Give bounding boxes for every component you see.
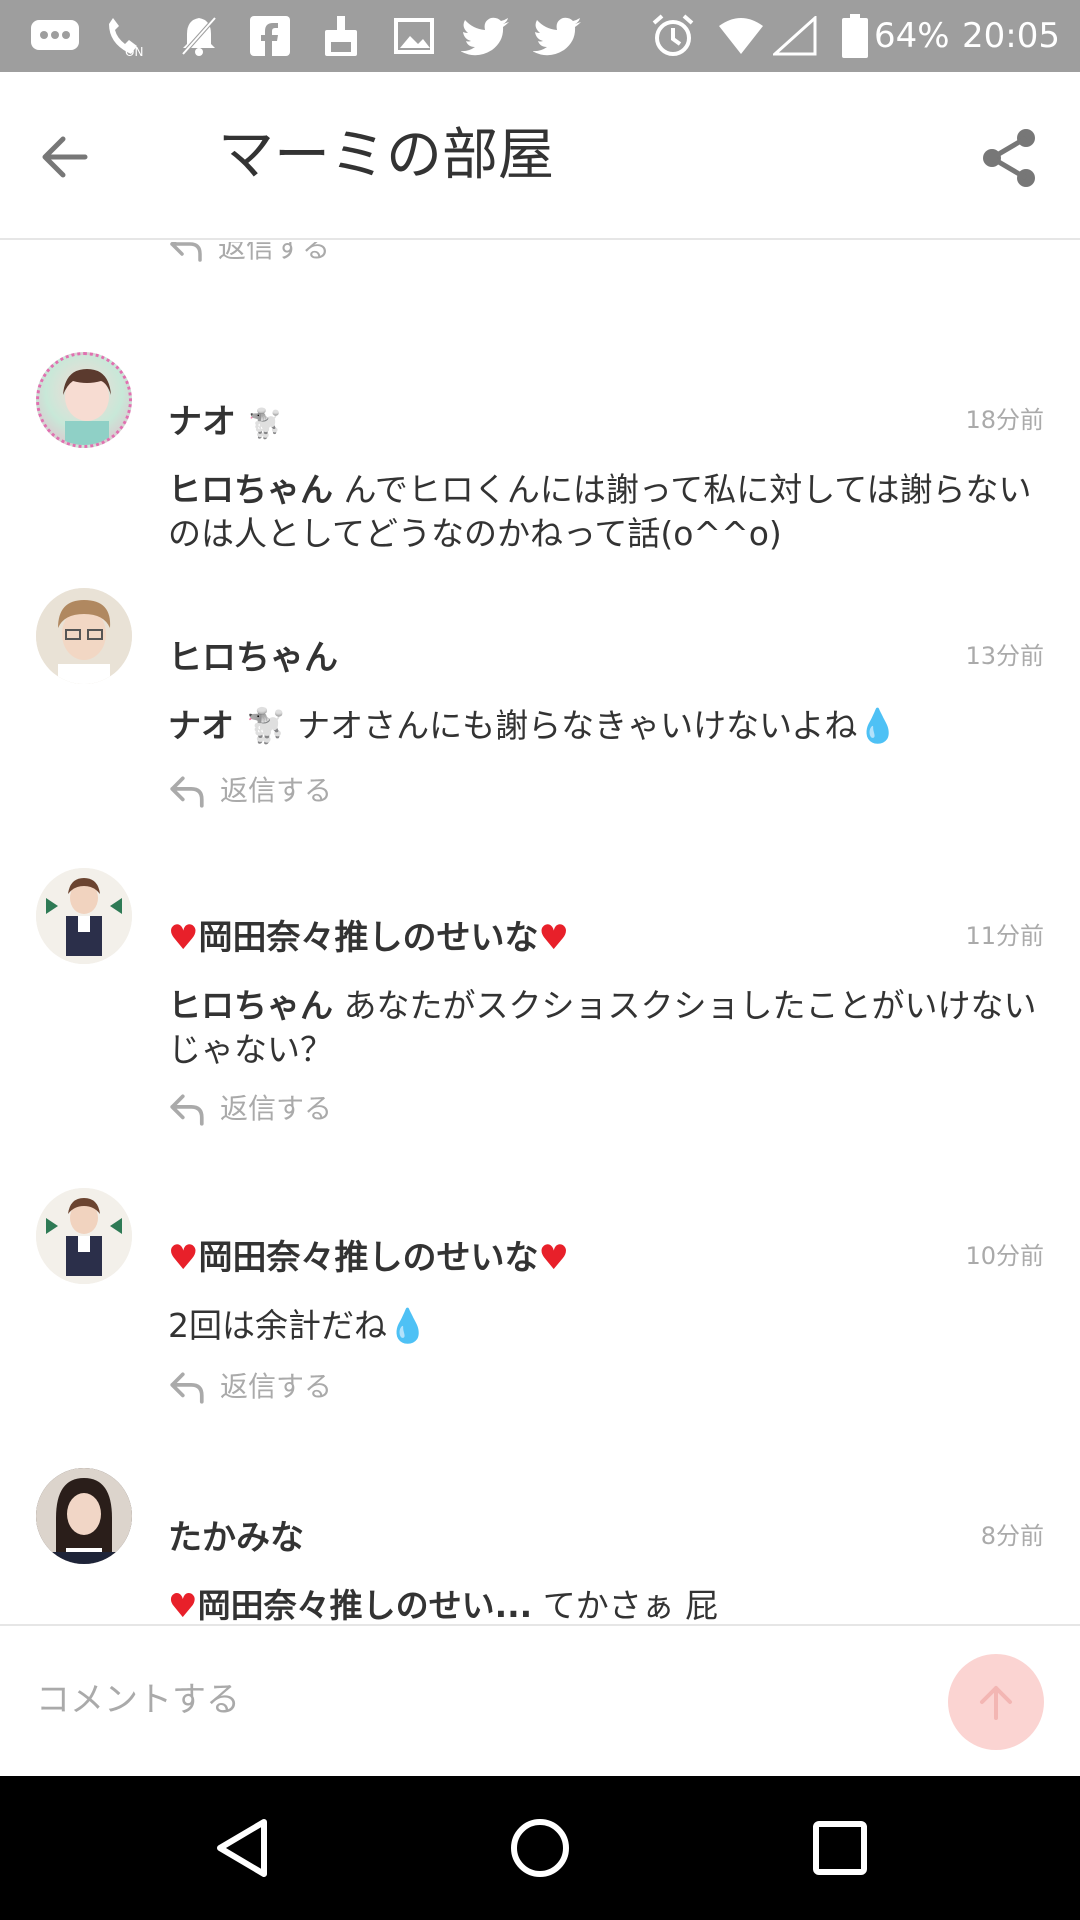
reply-icon: [170, 1372, 204, 1404]
comment-mention[interactable]: ヒロちゃん: [168, 470, 333, 509]
author-name[interactable]: ヒロちゃん: [168, 636, 338, 680]
back-button[interactable]: [28, 122, 98, 192]
reply-icon: [170, 1094, 204, 1126]
arrow-up-icon: [980, 1686, 1012, 1720]
reply-button[interactable]: 返信する: [168, 242, 330, 266]
avatar[interactable]: [36, 352, 132, 448]
comment-input[interactable]: [36, 1670, 896, 1730]
nav-back-button[interactable]: [202, 1808, 282, 1888]
comment-author[interactable]: ナオ 🐩: [168, 400, 283, 446]
comment-mention[interactable]: ♥岡田奈々推しのせい...: [168, 1586, 532, 1624]
comment-body: 2回は余計だね💧: [168, 1304, 1048, 1348]
avatar[interactable]: [36, 588, 132, 684]
alarm-icon: [648, 14, 698, 58]
reply-icon: [170, 776, 204, 808]
image-icon: [392, 14, 436, 58]
reply-label: 返信する: [218, 242, 331, 264]
share-icon: [983, 129, 1035, 187]
send-button[interactable]: [948, 1654, 1044, 1750]
navigation-bar: [0, 1776, 1080, 1920]
avatar[interactable]: [36, 1188, 132, 1284]
comment-list[interactable]: 返信する ナオ 🐩 18分前 ヒロちゃん んでヒロくんには謝って私に対しては謝ら…: [0, 242, 1080, 1624]
comment-time: 8分前: [980, 1522, 1044, 1550]
author-name[interactable]: たかみな: [168, 1516, 304, 1560]
arrow-left-icon: [42, 136, 88, 178]
comment-mention[interactable]: ヒロちゃん: [168, 986, 333, 1025]
comment-time: 18分前: [965, 406, 1044, 434]
message-icon: [28, 14, 82, 58]
reply-label: 返信する: [220, 774, 333, 807]
nav-home-button[interactable]: [500, 1808, 580, 1888]
reply-button[interactable]: 返信する: [168, 1090, 332, 1128]
mute-icon: [176, 14, 222, 58]
circle-home-icon: [511, 1819, 569, 1877]
avatar[interactable]: [36, 1468, 132, 1564]
reply-label: 返信する: [220, 1370, 333, 1403]
comment-item: ♥岡田奈々推しのせいな♥ 10分前 2回は余計だね💧 返信する: [0, 1188, 1080, 1404]
comment-time: 13分前: [965, 642, 1044, 670]
author-name: ナオ: [168, 402, 236, 442]
poodle-emoji: 🐩: [247, 407, 283, 440]
comment-item: ナオ 🐩 18分前 ヒロちゃん んでヒロくんには謝って私に対しては謝らないのは人…: [0, 352, 1080, 553]
app-bar: マーミの部屋: [0, 72, 1080, 240]
square-recents-icon: [813, 1821, 867, 1875]
comment-body: ヒロちゃん んでヒロくんには謝って私に対しては謝らないのは人としてどうなのかねっ…: [168, 468, 1048, 556]
twitter-icon: [460, 14, 512, 58]
comment-item: たかみな 8分前 ♥岡田奈々推しのせい... てかさぁ 屁理屈こいてないで謝罪す…: [0, 1468, 1080, 1624]
page-title: マーミの部屋: [218, 123, 554, 188]
author-name[interactable]: ♥岡田奈々推しのせいな♥: [168, 916, 569, 971]
share-button[interactable]: [972, 120, 1048, 196]
cleaner-icon: [318, 14, 364, 58]
wifi-calling-icon: ON: [102, 14, 150, 58]
comment-time: 10分前: [965, 1242, 1044, 1270]
twitter-icon: [532, 14, 584, 58]
comment-body: ヒロちゃん あなたがスクショスクショしたことがいけないじゃない？: [168, 984, 1048, 1072]
avatar[interactable]: [36, 868, 132, 964]
comment-text: 2回は余計だね💧: [168, 1306, 429, 1345]
battery-icon: [840, 14, 870, 58]
comment-text: ナオさんにも謝らなきゃいけないよね💧: [286, 706, 899, 745]
reply-icon: [170, 242, 202, 262]
triangle-back-icon: [217, 1819, 267, 1877]
comment-mention[interactable]: ナオ 🐩: [168, 706, 287, 745]
comment-time: 11分前: [965, 922, 1044, 950]
clock: 20:05: [962, 16, 1060, 56]
reply-button[interactable]: 返信する: [168, 1368, 332, 1406]
wifi-icon: [716, 14, 766, 58]
reply-button[interactable]: 返信する: [168, 772, 332, 810]
facebook-icon: [248, 14, 292, 58]
signal-icon: [772, 14, 818, 58]
comment-body: ♥岡田奈々推しのせい... てかさぁ 屁理屈こいてないで謝罪すれば？: [168, 1584, 728, 1624]
svg-text:ON: ON: [125, 45, 143, 58]
nav-recents-button[interactable]: [800, 1808, 880, 1888]
status-bar: ON 64% 20:05: [0, 0, 1080, 72]
comment-item: ヒロちゃん 13分前 ナオ 🐩 ナオさんにも謝らなきゃいけないよね💧 返信する: [0, 588, 1080, 808]
comment-input-bar: [0, 1624, 1080, 1776]
battery-percentage: 64%: [874, 16, 950, 56]
comment-body: ナオ 🐩 ナオさんにも謝らなきゃいけないよね💧: [168, 704, 1048, 748]
comment-item: ♥岡田奈々推しのせいな♥ 11分前 ヒロちゃん あなたがスクショスクショしたこと…: [0, 868, 1080, 1126]
reply-label: 返信する: [220, 1092, 333, 1125]
author-name-text: ♥岡田奈々推しのせいな♥: [168, 918, 569, 958]
author-name[interactable]: ♥岡田奈々推しのせいな♥: [168, 1236, 569, 1280]
